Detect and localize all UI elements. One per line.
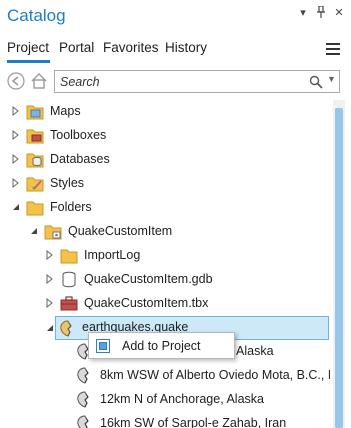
add-to-project-icon bbox=[96, 339, 110, 353]
tab-favorites[interactable]: Favorites bbox=[103, 40, 159, 55]
back-icon[interactable] bbox=[7, 72, 25, 90]
expand-icon[interactable] bbox=[12, 178, 20, 188]
tree-item-label: 12km N of Anchorage, Alaska bbox=[100, 392, 264, 406]
tree-item-label: 16km SW of Sarpol-e Zahab, Iran bbox=[100, 416, 287, 428]
tree-item-label: Alaska bbox=[236, 344, 274, 358]
scrollbar-thumb[interactable] bbox=[335, 108, 343, 428]
home-icon[interactable] bbox=[30, 72, 48, 90]
expand-icon[interactable] bbox=[12, 106, 20, 116]
folders-icon bbox=[26, 201, 44, 216]
expand-icon[interactable] bbox=[46, 250, 54, 260]
tree-item-label: ImportLog bbox=[84, 248, 141, 262]
pin-icon[interactable] bbox=[314, 5, 328, 21]
maps-folder-icon bbox=[26, 105, 44, 120]
tree-item-label: Toolboxes bbox=[50, 128, 107, 142]
tree-item-importlog[interactable]: ImportLog bbox=[0, 244, 330, 268]
styles-folder-icon bbox=[26, 177, 44, 192]
chevron-down-icon[interactable]: ▼ bbox=[327, 74, 336, 84]
collapse-icon[interactable] bbox=[46, 323, 54, 333]
search-icon[interactable] bbox=[309, 75, 323, 89]
tree-item-toolboxes[interactable]: Toolboxes bbox=[0, 124, 330, 148]
collapse-icon[interactable] bbox=[30, 226, 38, 236]
quake-event-icon bbox=[77, 415, 89, 428]
tree-item-label: Styles bbox=[50, 176, 85, 190]
menu-icon[interactable] bbox=[326, 43, 340, 55]
quake-event-icon bbox=[77, 367, 89, 384]
tree-item-styles[interactable]: Styles bbox=[0, 172, 330, 196]
tree-item-label: Folders bbox=[50, 200, 92, 214]
search-input[interactable]: Search bbox=[60, 75, 100, 89]
expand-icon[interactable] bbox=[12, 154, 20, 164]
tree-item-label: QuakeCustomItem bbox=[68, 224, 173, 238]
expand-icon[interactable] bbox=[46, 298, 54, 308]
tree-item-label: Databases bbox=[50, 152, 110, 166]
context-menu: Add to Project bbox=[88, 332, 235, 359]
tree-item-label: QuakeCustomItem.tbx bbox=[84, 296, 209, 310]
geodatabase-icon bbox=[62, 271, 76, 288]
expand-icon[interactable] bbox=[12, 130, 20, 140]
context-menu-item-label: Add to Project bbox=[122, 339, 201, 353]
toolbox-icon bbox=[60, 296, 78, 311]
search-box[interactable]: Search ▼ bbox=[54, 70, 340, 93]
tree-item-label: Maps bbox=[50, 104, 81, 118]
tab-project[interactable]: Project bbox=[7, 40, 49, 55]
toolboxes-folder-icon bbox=[26, 129, 44, 144]
tree-item-quake-event[interactable]: 16km SW of Sarpol-e Zahab, Iran bbox=[0, 412, 330, 428]
tree-item-folders[interactable]: Folders bbox=[0, 196, 330, 220]
folder-icon bbox=[60, 249, 78, 264]
tree-item-quake-event[interactable]: 8km WSW of Alberto Oviedo Mota, B.C., MX bbox=[0, 364, 330, 388]
catalog-tree: Maps Toolboxes Databases Styles Folders … bbox=[0, 100, 330, 428]
tree-item-maps[interactable]: Maps bbox=[0, 100, 330, 124]
panel-titlebar: Catalog ▾ ✕ bbox=[0, 0, 351, 34]
catalog-tabs: Project Portal Favorites History bbox=[0, 38, 351, 66]
dropdown-arrow-icon[interactable]: ▾ bbox=[296, 6, 310, 19]
close-icon[interactable]: ✕ bbox=[332, 6, 346, 19]
panel-title: Catalog bbox=[7, 6, 66, 25]
tree-item-quakecustomitem[interactable]: QuakeCustomItem bbox=[0, 220, 330, 244]
tab-history[interactable]: History bbox=[165, 40, 207, 55]
tree-item-label: 8km WSW of Alberto Oviedo Mota, B.C., MX bbox=[100, 368, 330, 382]
quake-event-icon bbox=[77, 391, 89, 408]
tab-portal[interactable]: Portal bbox=[59, 40, 94, 55]
tree-item-label: QuakeCustomItem.gdb bbox=[84, 272, 213, 286]
tree-item-tbx[interactable]: QuakeCustomItem.tbx bbox=[0, 292, 330, 316]
context-menu-item-add-to-project[interactable]: Add to Project bbox=[89, 333, 234, 358]
expand-icon[interactable] bbox=[46, 274, 54, 284]
active-tab-indicator bbox=[7, 60, 50, 63]
project-folder-icon bbox=[44, 225, 62, 240]
tree-scrollbar[interactable] bbox=[333, 100, 345, 428]
tree-item-databases[interactable]: Databases bbox=[0, 148, 330, 172]
tree-item-gdb[interactable]: QuakeCustomItem.gdb bbox=[0, 268, 330, 292]
catalog-toolbar: Search ▼ bbox=[0, 68, 351, 96]
collapse-icon[interactable] bbox=[12, 202, 20, 212]
databases-folder-icon bbox=[26, 153, 44, 168]
quake-file-icon bbox=[60, 320, 72, 337]
tree-item-quake-event[interactable]: 12km N of Anchorage, Alaska bbox=[0, 388, 330, 412]
